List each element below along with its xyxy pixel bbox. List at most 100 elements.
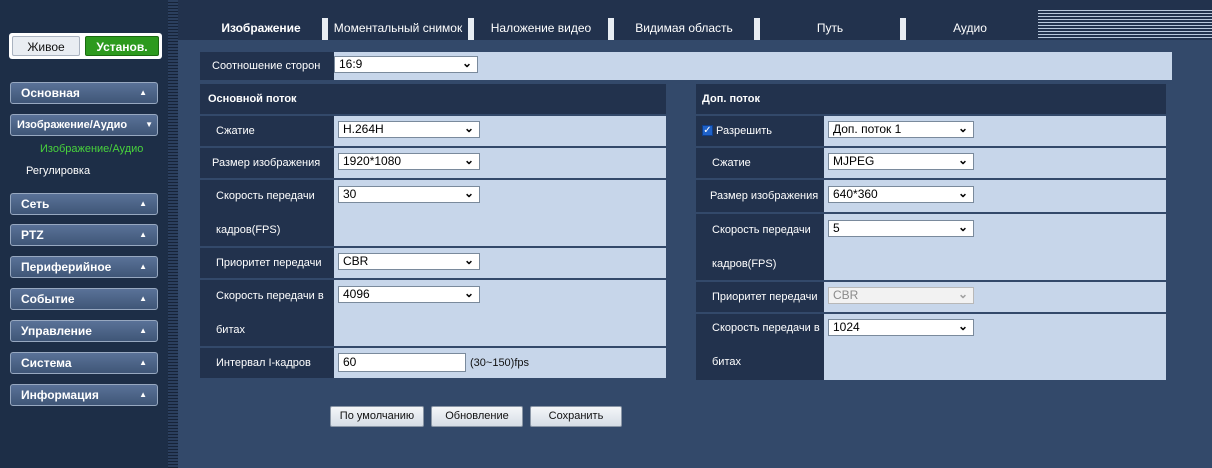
tab-visible-area[interactable]: Видимая область <box>608 18 754 40</box>
chevron-down-icon: ⌄ <box>957 287 968 301</box>
menu-event[interactable]: Событие ▲ <box>10 288 158 310</box>
chevron-down-icon: ⌄ <box>957 121 968 135</box>
chevron-up-icon: ▲ <box>139 88 147 97</box>
iframe-range-hint: (30~150)fps <box>470 357 530 369</box>
sub-fps-select[interactable]: 5 ⌄ <box>828 220 974 237</box>
menu-information-label: Информация <box>21 388 99 402</box>
chevron-down-icon: ⌄ <box>463 121 474 135</box>
default-button[interactable]: По умолчанию <box>330 406 424 427</box>
sub-compression-label: Сжатие <box>696 148 824 178</box>
tab-video-overlay-label: Наложение видео <box>490 21 592 35</box>
main-fps-label-line2: кадров(FPS) <box>216 224 281 236</box>
sub-fps-value: 5 <box>833 221 840 235</box>
sub-bitrate-label: Скорость передачи в битах <box>696 314 824 380</box>
sidebar-divider <box>168 0 178 468</box>
menu-basic[interactable]: Основная ▲ <box>10 82 158 104</box>
main-fps-label-line1: Скорость передачи <box>216 190 315 202</box>
sub-resolution-select[interactable]: 640*360 ⌄ <box>828 186 974 203</box>
sub-priority-select: CBR ⌄ <box>828 287 974 304</box>
sub-bitrate-select[interactable]: 1024 ⌄ <box>828 319 974 336</box>
tab-image-label: Изображение <box>221 21 301 35</box>
live-button[interactable]: Живое <box>12 36 80 56</box>
menu-management-label: Управление <box>21 324 92 338</box>
sub-resolution-label: Размер изображения <box>696 180 824 212</box>
chevron-up-icon: ▲ <box>139 230 147 239</box>
chevron-down-icon: ⌄ <box>463 153 474 167</box>
substream-value: Доп. поток 1 <box>833 122 902 136</box>
sub-resolution-value: 640*360 <box>833 187 878 201</box>
menu-basic-label: Основная <box>21 86 80 100</box>
sub-priority-label: Приоритет передачи <box>696 282 824 312</box>
main-compression-select[interactable]: H.264H ⌄ <box>338 121 480 138</box>
refresh-button[interactable]: Обновление <box>431 406 523 427</box>
menu-image-audio[interactable]: Изображение/Аудио ▼ <box>10 114 158 136</box>
sub-stream-header: Доп. поток <box>696 84 1166 114</box>
sidebar-item-adjustment[interactable]: Регулировка <box>26 165 90 177</box>
sub-bitrate-label-line2: битах <box>712 356 741 368</box>
sidebar-item-image-audio[interactable]: Изображение/Аудио <box>40 143 143 155</box>
aspect-ratio-select[interactable]: 16:9 ⌄ <box>334 56 478 73</box>
tabs: Изображение Моментальный снимок Наложени… <box>200 18 1034 40</box>
main-compression-label: Сжатие <box>200 116 334 146</box>
main-iframe-label: Интервал I-кадров <box>200 348 334 378</box>
main-bitrate-select[interactable]: 4096 ⌄ <box>338 286 480 303</box>
enable-substream-checkbox[interactable]: ✓ <box>702 124 713 136</box>
menu-network[interactable]: Сеть ▲ <box>10 193 158 215</box>
menu-ptz[interactable]: PTZ ▲ <box>10 224 158 246</box>
chevron-down-icon: ⌄ <box>957 153 968 167</box>
sidebar: Живое Установ. Основная ▲ Изображение/Ау… <box>0 0 168 468</box>
sub-compression-select[interactable]: MJPEG ⌄ <box>828 153 974 170</box>
tab-video-overlay[interactable]: Наложение видео <box>468 18 608 40</box>
menu-information[interactable]: Информация ▲ <box>10 384 158 406</box>
menu-peripheral-label: Периферийное <box>21 260 112 274</box>
sub-compression-value: MJPEG <box>833 154 875 168</box>
main-resolution-value: 1920*1080 <box>343 154 402 168</box>
tab-path[interactable]: Путь <box>754 18 900 40</box>
chevron-down-icon: ⌄ <box>463 186 474 200</box>
setup-button[interactable]: Установ. <box>85 36 159 56</box>
sub-fps-label-line2: кадров(FPS) <box>712 258 777 270</box>
tab-audio[interactable]: Аудио <box>900 18 1034 40</box>
main-panel: Изображение Моментальный снимок Наложени… <box>178 0 1212 468</box>
main-compression-value: H.264H <box>343 122 384 136</box>
main-fps-label: Скорость передачи кадров(FPS) <box>200 180 334 246</box>
chevron-down-icon: ⌄ <box>463 253 474 267</box>
sub-bitrate-value: 1024 <box>833 320 860 334</box>
main-priority-value: CBR <box>343 254 369 268</box>
main-bitrate-label-line1: Скорость передачи в <box>216 290 324 302</box>
substream-select[interactable]: Доп. поток 1 ⌄ <box>828 121 974 138</box>
aspect-ratio-value: 16:9 <box>339 57 363 71</box>
main-stream-header: Основной поток <box>200 84 666 114</box>
tab-visible-area-label: Видимая область <box>635 21 733 35</box>
tab-image[interactable]: Изображение <box>200 18 322 40</box>
mode-switch: Живое Установ. <box>9 33 162 59</box>
main-priority-select[interactable]: CBR ⌄ <box>338 253 480 270</box>
chevron-up-icon: ▲ <box>139 358 147 367</box>
save-button[interactable]: Сохранить <box>530 406 622 427</box>
iframe-interval-input[interactable]: 60 <box>338 353 466 372</box>
main-bitrate-label: Скорость передачи в битах <box>200 280 334 346</box>
sub-enable-label: ✓ Разрешить <box>696 116 824 146</box>
chevron-down-icon: ⌄ <box>463 286 474 300</box>
tab-snapshot[interactable]: Моментальный снимок <box>322 18 468 40</box>
menu-image-audio-label: Изображение/Аудио <box>17 119 128 131</box>
menu-management[interactable]: Управление ▲ <box>10 320 158 342</box>
tab-snapshot-label: Моментальный снимок <box>333 21 463 35</box>
menu-system-label: Система <box>21 356 72 370</box>
chevron-up-icon: ▲ <box>139 326 147 335</box>
tab-audio-label: Аудио <box>953 21 987 35</box>
app-window: Живое Установ. Основная ▲ Изображение/Ау… <box>0 0 1212 468</box>
chevron-down-icon: ⌄ <box>957 319 968 333</box>
sub-bitrate-label-line1: Скорость передачи в <box>712 322 820 334</box>
sub-enable-text: Разрешить <box>716 125 772 137</box>
menu-peripheral[interactable]: Периферийное ▲ <box>10 256 158 278</box>
menu-system[interactable]: Система ▲ <box>10 352 158 374</box>
menu-network-label: Сеть <box>21 197 50 211</box>
main-priority-label: Приоритет передачи <box>200 248 334 278</box>
main-resolution-select[interactable]: 1920*1080 ⌄ <box>338 153 480 170</box>
menu-event-label: Событие <box>21 292 75 306</box>
main-fps-select[interactable]: 30 ⌄ <box>338 186 480 203</box>
sub-fps-label: Скорость передачи кадров(FPS) <box>696 214 824 280</box>
chevron-up-icon: ▲ <box>139 294 147 303</box>
tab-bar: Изображение Моментальный снимок Наложени… <box>178 0 1212 40</box>
